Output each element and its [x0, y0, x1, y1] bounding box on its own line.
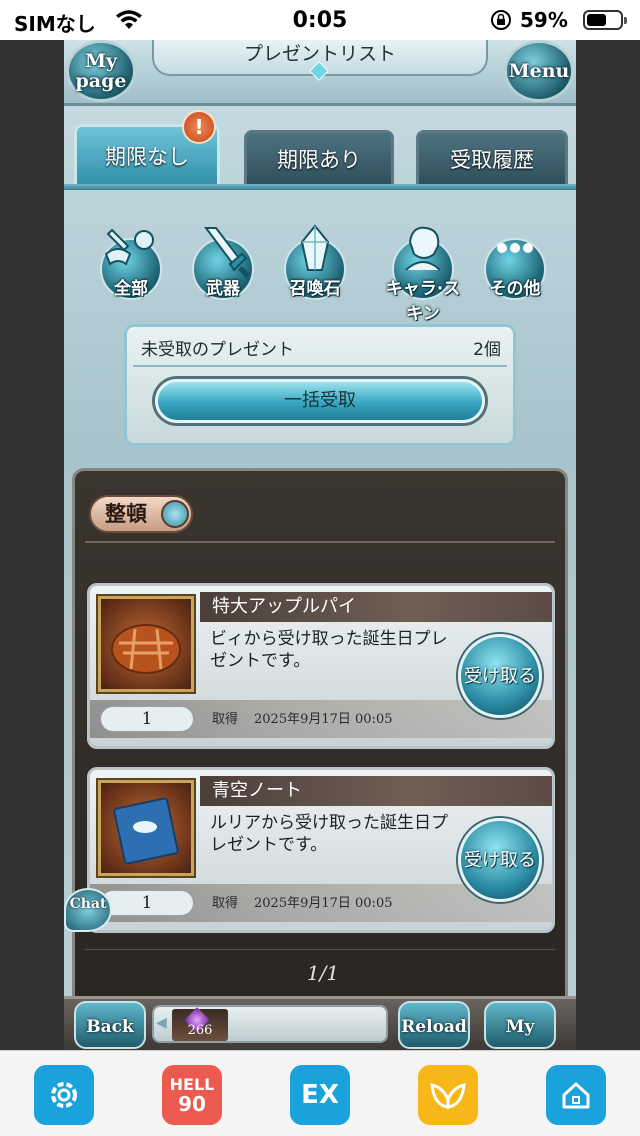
acquired-label: 取得	[212, 712, 239, 727]
wings-icon	[430, 1083, 466, 1109]
crystal-panel[interactable]: ◀ 266	[152, 1005, 388, 1043]
hell-level: 90	[178, 1092, 206, 1116]
back-button[interactable]: Back	[74, 1001, 146, 1049]
page-indicator: 1/1	[306, 961, 340, 985]
tab-with-expiry[interactable]: 期限あり	[244, 130, 394, 188]
status-bar: SIMなし 0:05 59%	[0, 0, 640, 40]
footer-mypage-button[interactable]: My page	[484, 1001, 556, 1049]
pager-divider	[85, 949, 555, 950]
letterbox-left	[0, 40, 64, 1050]
item-name: 青空ノート	[200, 776, 552, 806]
game-screen: プレゼントリスト My page Menu 期限なし ! 期限あり 受取履歴 全…	[64, 40, 576, 1050]
tab-bar: 期限なし ! 期限あり 受取履歴	[64, 110, 576, 190]
filter-all[interactable]: 全部	[90, 228, 168, 300]
filter-label: 全部	[114, 279, 148, 299]
letterbox-right	[576, 40, 640, 1050]
settings-button[interactable]	[34, 1065, 94, 1125]
item-description: ルリアから受け取った誕生日プレゼントです。	[210, 813, 448, 855]
game-header: プレゼントリスト My page Menu	[64, 40, 576, 106]
claim-button[interactable]: 受け取る	[458, 634, 542, 718]
item-quantity: 1	[100, 890, 194, 916]
orientation-lock-icon	[491, 10, 511, 30]
filter-summon[interactable]: 召喚石	[274, 224, 352, 300]
home-icon	[562, 1082, 590, 1109]
chevron-down-icon	[161, 500, 189, 528]
crystal-count: 266	[187, 1023, 213, 1038]
home-button[interactable]	[546, 1065, 606, 1125]
panel-divider	[85, 541, 555, 543]
filter-other[interactable]: その他	[474, 230, 552, 300]
filter-character-skin[interactable]: キャラ·スキン	[382, 226, 460, 324]
item-quantity: 1	[100, 706, 194, 732]
ex-button[interactable]: EX	[290, 1065, 350, 1125]
item-description: ビィから受け取った誕生日プレゼントです。	[210, 629, 448, 671]
list-item: 青空ノート ルリアから受け取った誕生日プレゼントです。 1 取得 2025年9月…	[87, 767, 555, 933]
filter-label: その他	[489, 279, 541, 299]
tab-underline	[64, 184, 576, 190]
claim-button[interactable]: 受け取る	[458, 818, 542, 902]
alert-badge: !	[182, 110, 216, 144]
item-name: 特大アップルパイ	[200, 592, 552, 622]
claim-all-button[interactable]: 一括受取	[155, 379, 485, 423]
sort-button[interactable]: 整頓	[89, 495, 193, 533]
apple-pie-icon	[98, 596, 194, 692]
unclaimed-summary: 未受取のプレゼント 2個 一括受取	[124, 324, 516, 446]
battery-percent: 59%	[520, 8, 568, 32]
battery-icon	[583, 10, 627, 30]
gear-icon	[51, 1082, 77, 1108]
filter-label: 召喚石	[289, 279, 341, 299]
filter-label: キャラ·スキン	[385, 279, 461, 324]
hell-button[interactable]: HELL 90	[162, 1065, 222, 1125]
tab-history[interactable]: 受取履歴	[416, 130, 568, 188]
crystal-counter: 266	[172, 1007, 228, 1041]
acquired-label: 取得	[212, 896, 239, 911]
acquired-date: 2025年9月17日 00:05	[254, 712, 393, 727]
filter-label: 武器	[206, 279, 240, 299]
wings-button[interactable]	[418, 1065, 478, 1125]
chat-button[interactable]: Chat	[64, 888, 112, 932]
summary-divider	[133, 365, 507, 367]
present-list-panel: 整頓 特大アップルパイ ビィから受け取った誕生日プレゼントです。 1 取得 20…	[72, 468, 568, 1044]
mypage-button[interactable]: My page	[66, 40, 136, 102]
game-footer: Back ◀ 266 Reload My page	[64, 996, 576, 1050]
unclaimed-label: 未受取のプレゼント	[141, 340, 294, 360]
filter-bar: 全部 武器 召喚石 キャラ·スキン その他	[64, 216, 576, 324]
acquired-date: 2025年9月17日 00:05	[254, 896, 393, 911]
filter-weapon[interactable]: 武器	[182, 227, 260, 300]
reload-button[interactable]: Reload	[398, 1001, 470, 1049]
browser-toolbar: HELL 90 EX	[0, 1050, 640, 1136]
unclaimed-count: 2個	[473, 340, 501, 360]
menu-button[interactable]: Menu	[504, 40, 574, 102]
notebook-icon	[98, 780, 194, 876]
list-item: 特大アップルパイ ビィから受け取った誕生日プレゼントです。 1 取得 2025年…	[87, 583, 555, 749]
chevron-left-icon: ◀	[156, 1015, 167, 1031]
sort-label: 整頓	[105, 502, 147, 526]
